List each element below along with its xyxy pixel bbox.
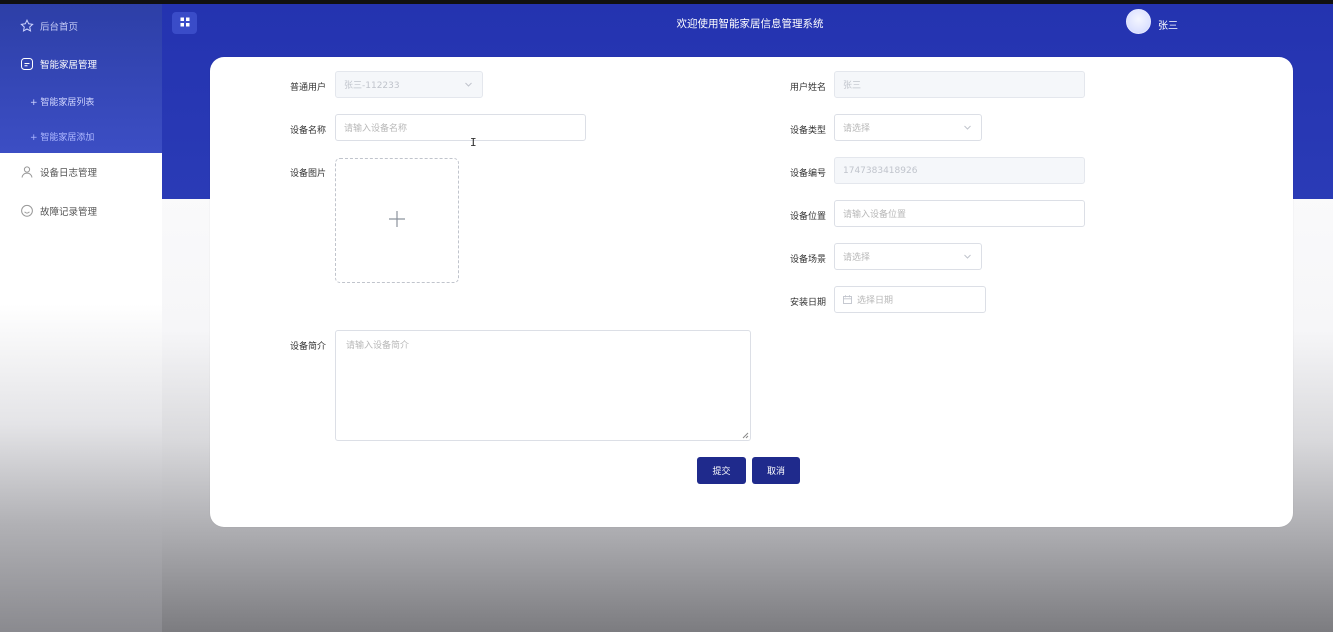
device-code-value: 1747383418926	[843, 165, 918, 176]
sidebar-item-fault-record[interactable]: 故障记录管理	[0, 199, 162, 223]
sidebar-item-home[interactable]: 后台首页	[0, 14, 162, 38]
sidebar-item-label: 后台首页	[40, 22, 79, 33]
sidebar-item-label: 设备日志管理	[40, 168, 98, 179]
chevron-down-icon	[963, 252, 972, 261]
device-scene-select[interactable]: 请选择	[834, 243, 982, 270]
device-type-select[interactable]: 请选择	[834, 114, 982, 141]
device-name-placeholder: 请输入设备名称	[344, 124, 408, 134]
device-type-label: 设备类型	[789, 126, 826, 136]
user-name-field: 张三	[834, 71, 1085, 98]
sidebar-item-label: 智能家居管理	[40, 60, 98, 71]
user-select-value: 张三-112233	[344, 81, 400, 91]
user-name-value: 张三	[843, 81, 862, 91]
user-label: 普通用户	[289, 83, 326, 93]
device-name-input[interactable]: 请输入设备名称	[335, 114, 586, 141]
device-intro-placeholder: 请输入设备简介	[346, 341, 410, 351]
device-intro-label: 设备简介	[289, 342, 326, 352]
sidebar-item-smart-home[interactable]: 智能家居管理	[0, 52, 162, 76]
device-scene-label: 设备场景	[789, 255, 826, 265]
cancel-button[interactable]: 取消	[752, 457, 800, 484]
device-code-field: 1747383418926	[834, 157, 1085, 184]
device-code-label: 设备编号	[789, 169, 826, 179]
install-date-label: 安装日期	[789, 298, 826, 308]
avatar[interactable]	[1126, 9, 1151, 34]
image-upload[interactable]	[335, 158, 459, 283]
sidebar-item-smart-home-list[interactable]: + 智能家居列表	[0, 89, 162, 113]
chat-icon	[20, 204, 34, 218]
user-select: 张三-112233	[335, 71, 483, 98]
install-date-picker[interactable]: 选择日期	[834, 286, 986, 313]
menu-toggle-button[interactable]	[172, 12, 197, 34]
plus-icon	[388, 210, 406, 231]
device-icon	[20, 57, 34, 71]
grid-icon	[180, 17, 190, 30]
resize-handle-icon[interactable]	[741, 431, 749, 439]
submit-button[interactable]: 提交	[697, 457, 746, 484]
text-cursor-icon: I	[470, 136, 477, 149]
star-icon	[20, 19, 34, 33]
sidebar-item-label: + 智能家居列表	[30, 97, 95, 108]
sidebar: 后台首页 智能家居管理 + 智能家居列表 + 智能家居添加 设备日志管理 故障记…	[0, 4, 162, 632]
device-scene-placeholder: 请选择	[843, 253, 871, 263]
user-name[interactable]: 张三	[1158, 17, 1178, 32]
page-title: 欢迎使用智能家居信息管理系统	[676, 18, 824, 30]
user-icon	[20, 165, 34, 179]
device-type-placeholder: 请选择	[843, 124, 871, 134]
device-image-label: 设备图片	[289, 169, 326, 179]
device-location-input[interactable]: 请输入设备位置	[834, 200, 1085, 227]
calendar-icon	[843, 295, 852, 304]
install-date-placeholder: 选择日期	[857, 296, 894, 306]
sidebar-item-smart-home-add[interactable]: + 智能家居添加	[0, 124, 162, 148]
device-name-label: 设备名称	[289, 126, 326, 136]
device-location-label: 设备位置	[789, 212, 826, 222]
sidebar-item-label: 故障记录管理	[40, 207, 98, 218]
chevron-down-icon	[464, 80, 473, 89]
sidebar-item-device-log[interactable]: 设备日志管理	[0, 160, 162, 184]
user-name-label: 用户姓名	[789, 83, 826, 93]
device-intro-textarea[interactable]: 请输入设备简介	[335, 330, 751, 441]
sidebar-item-label: + 智能家居添加	[30, 132, 95, 143]
device-location-placeholder: 请输入设备位置	[843, 210, 907, 220]
chevron-down-icon	[963, 123, 972, 132]
